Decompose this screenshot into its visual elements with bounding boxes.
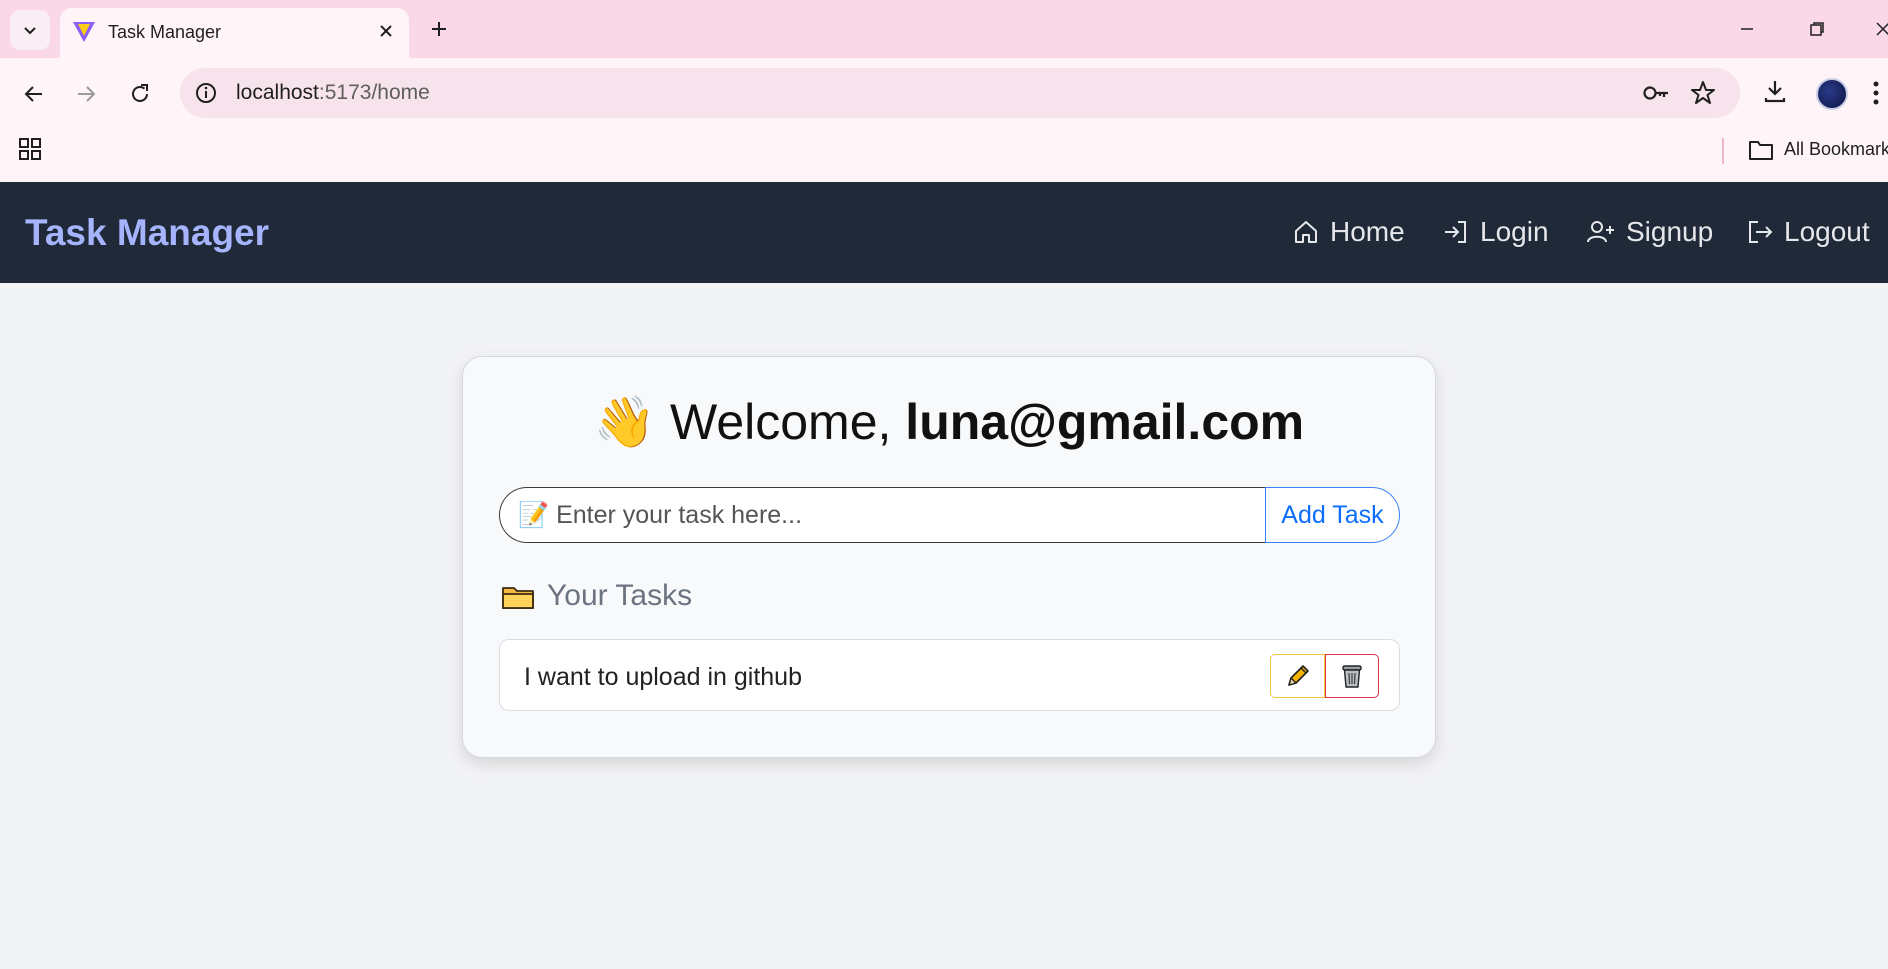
browser-tabstrip: Task Manager bbox=[0, 0, 1888, 58]
arrow-left-icon bbox=[24, 86, 42, 102]
back-button[interactable] bbox=[16, 76, 52, 112]
close-icon bbox=[1876, 22, 1888, 36]
minimize-icon bbox=[1741, 28, 1753, 30]
bookmarks-bar: All Bookmarks bbox=[0, 128, 1888, 182]
nav-logout[interactable]: Logout bbox=[1746, 212, 1870, 252]
restore-icon bbox=[1810, 22, 1824, 36]
nav-login-label: Login bbox=[1480, 216, 1549, 247]
add-task-button[interactable]: Add Task bbox=[1265, 487, 1400, 543]
browser-tab-active[interactable]: Task Manager bbox=[60, 8, 409, 58]
tasks-heading: Your Tasks bbox=[501, 579, 692, 613]
password-key-icon[interactable] bbox=[1642, 81, 1670, 105]
new-tab-button[interactable] bbox=[424, 14, 454, 44]
nav-home[interactable]: Home bbox=[1292, 212, 1405, 252]
url-path: :5173/home bbox=[318, 81, 430, 104]
folder-icon bbox=[1749, 141, 1773, 160]
welcome-prefix: Welcome, bbox=[670, 394, 906, 450]
user-email: luna@gmail.com bbox=[905, 394, 1305, 450]
apps-grid-icon[interactable] bbox=[18, 137, 42, 161]
nav-signup[interactable]: Signup bbox=[1586, 212, 1713, 252]
edit-task-button[interactable] bbox=[1270, 654, 1325, 698]
user-plus-icon bbox=[1587, 221, 1614, 243]
tab-title: Task Manager bbox=[108, 22, 222, 42]
folder-tab-icon bbox=[502, 587, 534, 609]
address-url: localhost:5173/home bbox=[236, 81, 430, 105]
task-card: 👋 Welcome, luna@gmail.com Add Task Your … bbox=[462, 356, 1436, 758]
brand-title[interactable]: Task Manager bbox=[25, 212, 269, 254]
task-text: I want to upload in github bbox=[524, 663, 802, 691]
forward-button[interactable] bbox=[68, 76, 104, 112]
task-list-item: I want to upload in github bbox=[499, 639, 1400, 711]
all-bookmarks-link[interactable]: All Bookmarks bbox=[1784, 139, 1888, 160]
profile-avatar[interactable] bbox=[1816, 78, 1848, 110]
welcome-heading: 👋 Welcome, luna@gmail.com bbox=[463, 393, 1435, 452]
trash-icon bbox=[1342, 665, 1362, 688]
minimize-button[interactable] bbox=[1732, 14, 1762, 44]
logout-icon bbox=[1749, 221, 1773, 243]
app-navbar: Task Manager Home Login Signup Logout bbox=[0, 182, 1888, 283]
nav-logout-label: Logout bbox=[1784, 216, 1870, 247]
download-icon[interactable] bbox=[1762, 78, 1788, 104]
bookmark-star-icon[interactable] bbox=[1690, 80, 1716, 106]
browser-toolbar: localhost:5173/home bbox=[0, 58, 1888, 128]
delete-task-button[interactable] bbox=[1325, 654, 1379, 698]
chevron-down-icon bbox=[24, 27, 36, 35]
plus-icon bbox=[432, 22, 446, 36]
pencil-icon bbox=[1287, 665, 1309, 686]
reload-button[interactable] bbox=[122, 76, 158, 112]
tab-close-button[interactable] bbox=[373, 18, 399, 44]
more-menu-icon[interactable] bbox=[1872, 80, 1880, 106]
site-info-icon bbox=[196, 83, 216, 103]
tasks-heading-label: Your Tasks bbox=[547, 579, 693, 612]
login-icon bbox=[1445, 221, 1466, 243]
restore-button[interactable] bbox=[1802, 14, 1832, 44]
tab-search-button[interactable] bbox=[10, 10, 50, 50]
close-window-button[interactable] bbox=[1868, 14, 1888, 44]
wave-emoji-icon: 👋 bbox=[593, 394, 657, 450]
task-input[interactable] bbox=[499, 487, 1265, 543]
nav-login[interactable]: Login bbox=[1442, 212, 1549, 252]
address-bar[interactable]: localhost:5173/home bbox=[180, 68, 1740, 118]
close-icon bbox=[380, 25, 392, 37]
arrow-right-icon bbox=[78, 86, 96, 102]
url-host: localhost bbox=[236, 81, 319, 104]
home-icon bbox=[1295, 221, 1317, 243]
nav-home-label: Home bbox=[1330, 216, 1405, 247]
nav-signup-label: Signup bbox=[1626, 216, 1714, 247]
bookmarks-divider bbox=[1722, 138, 1724, 164]
reload-icon bbox=[132, 84, 148, 102]
add-task-form: Add Task bbox=[499, 487, 1400, 543]
vite-favicon-icon bbox=[73, 22, 95, 42]
